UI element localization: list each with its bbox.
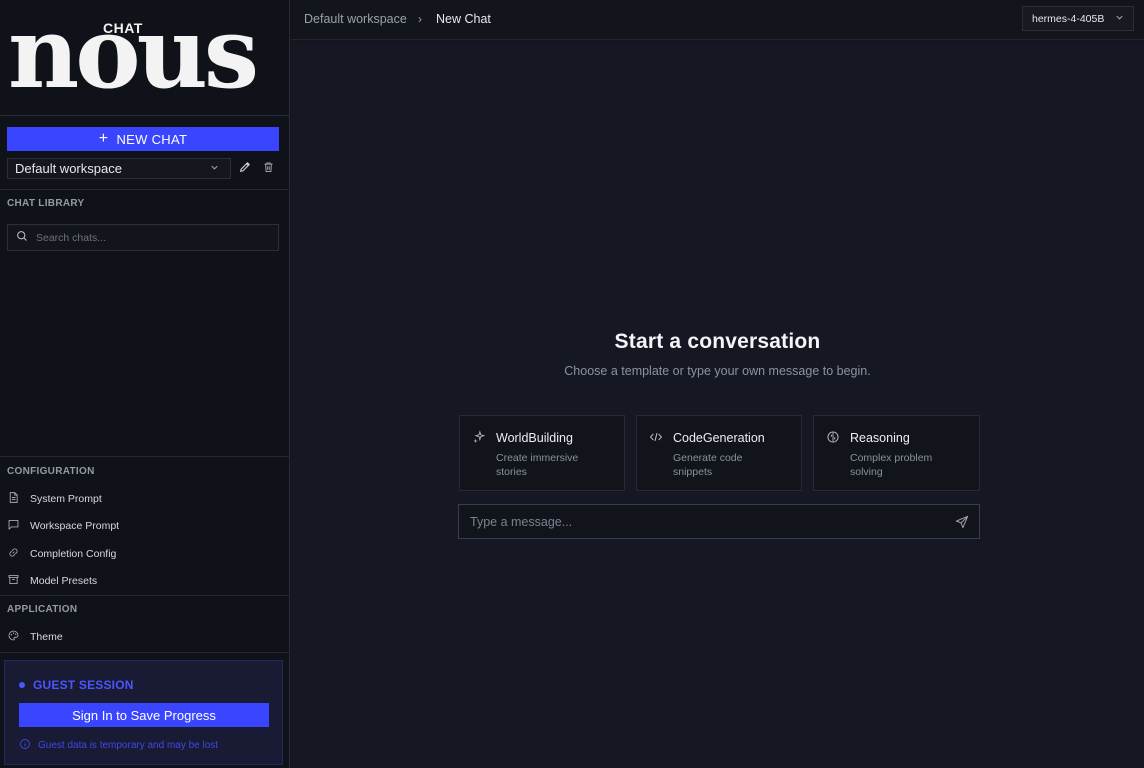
trash-icon[interactable] <box>262 160 276 176</box>
template-desc: Create immersive stories <box>496 452 579 478</box>
template-card-worldbuilding[interactable]: WorldBuilding Create immersive stories <box>459 415 625 491</box>
sparkles-icon <box>472 430 486 444</box>
config-item-system-prompt[interactable]: System Prompt <box>7 490 102 508</box>
template-title: WorldBuilding <box>496 431 573 445</box>
divider <box>0 652 290 653</box>
top-bar: Default workspace › New Chat hermes-4-40… <box>291 0 1144 40</box>
page-subtitle: Choose a template or type your own messa… <box>564 364 871 378</box>
message-input[interactable] <box>470 514 940 529</box>
info-icon <box>19 738 31 753</box>
palette-icon <box>7 629 20 645</box>
configuration-label: CONFIGURATION <box>7 466 95 477</box>
sign-in-button[interactable]: Sign In to Save Progress <box>19 703 269 727</box>
workspace-select[interactable]: Default workspace <box>7 158 231 179</box>
template-title: Reasoning <box>850 431 910 445</box>
application-label: APPLICATION <box>7 604 78 615</box>
guest-session-title-text: GUEST SESSION <box>33 678 134 692</box>
status-dot-icon <box>19 682 25 688</box>
config-item-label: Completion Config <box>30 548 117 560</box>
code-icon <box>649 430 663 444</box>
template-card-codegeneration[interactable]: CodeGeneration Generate code snippets <box>636 415 802 491</box>
guest-session-title: GUEST SESSION <box>19 678 134 692</box>
guest-session-panel: GUEST SESSION Sign In to Save Progress G… <box>4 660 283 765</box>
main-area <box>291 41 1144 768</box>
plus-icon: + <box>98 130 109 147</box>
config-item-label: Model Presets <box>30 575 98 587</box>
link-icon <box>7 546 20 562</box>
divider <box>0 189 290 190</box>
search-chats-input[interactable] <box>36 231 256 244</box>
breadcrumb-separator-icon: › <box>418 12 422 26</box>
app-item-theme[interactable]: Theme <box>7 628 63 646</box>
model-select-value: hermes-4-405B <box>1032 12 1105 25</box>
sidebar: nous CHAT + NEW CHAT Default workspace C… <box>0 0 290 768</box>
config-item-workspace-prompt[interactable]: Workspace Prompt <box>7 517 119 535</box>
logo-chat-tag: CHAT <box>103 20 143 36</box>
breadcrumb-workspace[interactable]: Default workspace <box>304 12 407 26</box>
document-icon <box>7 491 20 507</box>
model-select[interactable]: hermes-4-405B <box>1022 6 1134 31</box>
search-chats-field[interactable] <box>7 224 279 251</box>
page-title: Start a conversation <box>614 330 821 353</box>
config-item-model-presets[interactable]: Model Presets <box>7 572 97 590</box>
new-chat-label: NEW CHAT <box>116 131 188 147</box>
search-icon <box>16 229 28 247</box>
guest-note-text: Guest data is temporary and may be lost <box>38 740 219 751</box>
chevron-down-icon <box>210 163 226 174</box>
message-composer <box>458 504 980 539</box>
chat-library-label: CHAT LIBRARY <box>7 198 85 209</box>
app-logo: nous CHAT <box>0 0 290 116</box>
breadcrumb-current: New Chat <box>436 12 491 26</box>
brain-icon <box>826 430 840 444</box>
config-item-label: Workspace Prompt <box>30 520 120 532</box>
config-item-completion-config[interactable]: Completion Config <box>7 545 116 563</box>
chevron-down-icon <box>1115 13 1124 24</box>
guest-note: Guest data is temporary and may be lost <box>19 738 218 753</box>
template-title: CodeGeneration <box>673 431 765 445</box>
logo-wordmark: nous <box>8 0 259 111</box>
archive-icon <box>7 573 20 589</box>
workspace-select-value: Default workspace <box>15 161 122 176</box>
pencil-icon[interactable] <box>238 160 252 176</box>
divider <box>0 595 290 596</box>
new-chat-button[interactable]: + NEW CHAT <box>7 127 279 151</box>
template-card-reasoning[interactable]: Reasoning Complex problem solving <box>813 415 980 491</box>
divider <box>0 456 290 457</box>
template-desc: Complex problem solving <box>850 452 933 478</box>
send-icon[interactable] <box>955 515 969 529</box>
app-item-label: Theme <box>30 631 63 643</box>
message-square-icon <box>7 518 20 534</box>
template-desc: Generate code snippets <box>673 452 743 478</box>
config-item-label: System Prompt <box>30 493 102 505</box>
